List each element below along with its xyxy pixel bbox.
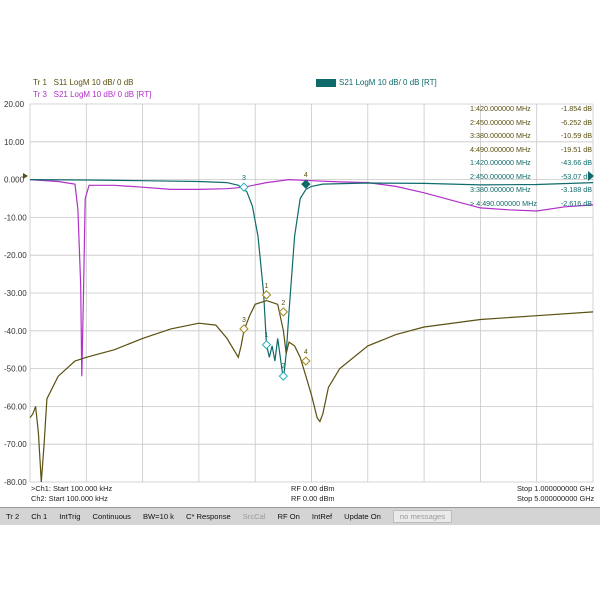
softkey-tr-2[interactable]: Tr 2 (0, 512, 25, 521)
marker-value: -1.854 dB (560, 104, 592, 113)
marker-diamond-icon[interactable] (278, 371, 289, 381)
marker-value: -10.59 dB (560, 131, 592, 140)
status-message: no messages (392, 510, 453, 523)
ch1-start: >Ch1: Start 100.000 kHz (31, 484, 113, 493)
marker-number: 1 (264, 283, 268, 290)
softkey-inttrig[interactable]: IntTrig (53, 512, 86, 521)
y-tick-label: 10.00 (4, 138, 25, 147)
marker-frequency: 1:420.000000 MHz (470, 104, 531, 113)
ch1-stop: Stop 1.000000000 GHz (517, 484, 595, 493)
softkey-srccal[interactable]: SrcCal (237, 512, 272, 521)
active-trace-tag: Tr 2 (316, 78, 336, 88)
ch2-start: Ch2: Start 100.000 kHz (31, 494, 108, 503)
marker-number: 3 (242, 317, 246, 324)
ch2-stop: Stop 5.000000000 GHz (517, 494, 595, 503)
marker-number: 3 (242, 175, 246, 182)
y-tick-label: 0.000 (4, 176, 25, 185)
y-tick-label: -80.00 (4, 478, 27, 487)
marker-frequency: 1:420.000000 MHz (470, 158, 531, 167)
y-tick-label: -70.00 (4, 440, 27, 449)
y-axis-labels: 20.00 10.00 0.000 -10.00 -20.00 -30.00 -40.00 -… (4, 100, 27, 487)
marker-frequency: 3:380.000000 MHz (470, 185, 531, 194)
y-tick-label: -10.00 (4, 213, 27, 222)
marker-value: -19.51 dB (560, 144, 592, 154)
marker-value: -2.616 dB (560, 198, 592, 208)
marker-number: 2 (281, 300, 285, 307)
softkey-ch-1[interactable]: Ch 1 (25, 512, 53, 521)
marker-diamond-icon[interactable] (261, 340, 272, 350)
trace-1-header[interactable]: Tr 1 S11 LogM 10 dB/ 0 dB (33, 78, 134, 88)
y-tick-label: 20.00 (4, 100, 25, 109)
marker-frequency: 3:380.000000 MHz (470, 131, 531, 140)
marker-number: 4 (304, 349, 308, 356)
softkey-update-on[interactable]: Update On (338, 512, 387, 521)
left-reference-icon (23, 173, 28, 179)
marker-number: 1 (264, 332, 268, 339)
marker-number: 2 (281, 363, 285, 370)
y-tick-label: -20.00 (4, 251, 27, 260)
softkey-rf-on[interactable]: RF On (272, 512, 306, 521)
marker-diamond-icon[interactable] (301, 179, 311, 189)
y-tick-label: -60.00 (4, 402, 27, 411)
marker-diamond-icon[interactable] (301, 356, 311, 366)
softkey-bar: Tr 2 Ch 1 IntTrig Continuous BW=10 k C* Respo… (0, 507, 600, 525)
y-tick-label: -30.00 (4, 289, 27, 298)
marker-frequency: 4:490.000000 MHz (470, 144, 531, 154)
softkey-bw-10-k[interactable]: BW=10 k (137, 512, 180, 521)
softkey-c-response[interactable]: C* Response (180, 512, 237, 521)
y-tick-label: -50.00 (4, 365, 27, 374)
softkey-intref[interactable]: IntRef (306, 512, 338, 521)
ch2-rf-power: RF 0.00 dBm (291, 494, 335, 503)
vna-screen: 20.00 10.00 0.000 -10.00 -20.00 -30.00 -40.00 -… (0, 72, 600, 524)
marker-value: -3.188 dB (560, 185, 592, 194)
marker-value: -43.66 dB (560, 158, 592, 167)
softkey-continuous[interactable]: Continuous (87, 512, 137, 521)
ch1-rf-power: RF 0.00 dBm (291, 484, 335, 493)
marker-diamond-icon[interactable] (239, 324, 249, 334)
marker-frequency: 2:450.000000 MHz (470, 117, 531, 127)
marker-value: -6.252 dB (560, 117, 592, 127)
marker-number: 4 (304, 172, 308, 179)
marker-frequency: > 4:490.000000 MHz (470, 198, 537, 208)
marker-diamond-icon[interactable] (239, 182, 249, 192)
marker-frequency: 2:450.000000 MHz (470, 171, 531, 181)
trace-2-header[interactable]: Tr 2 S21 LogM 10 dB/ 0 dB [RT] (316, 78, 437, 88)
y-tick-label: -40.00 (4, 327, 27, 336)
trace-3-header[interactable]: Tr 3 S21 LogM 10 dB/ 0 dB [RT] (33, 90, 151, 100)
marker-value: -53.07 dB (560, 171, 592, 181)
